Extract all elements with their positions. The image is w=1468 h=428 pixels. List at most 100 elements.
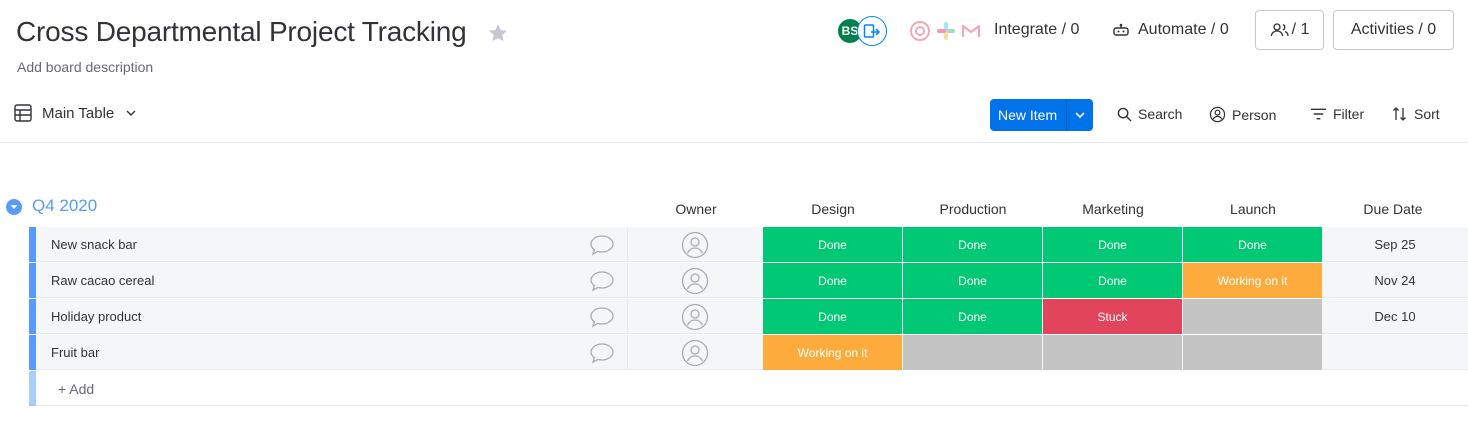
status-cell-marketing[interactable]: Stuck bbox=[1043, 299, 1182, 334]
group-color-bar bbox=[29, 371, 36, 406]
table-row[interactable]: Raw cacao cereal Done Done Done Working on i… bbox=[29, 263, 1468, 298]
column-divider bbox=[627, 227, 628, 262]
status-label: Done bbox=[818, 273, 847, 288]
new-item-label: New Item bbox=[998, 107, 1058, 123]
person-icon bbox=[1209, 106, 1226, 123]
group-color-bar bbox=[29, 263, 36, 298]
add-item-row[interactable]: + Add bbox=[29, 371, 1468, 406]
table-row[interactable]: New snack bar Done Done Done Done Sep 25 bbox=[29, 227, 1468, 262]
column-header-owner[interactable]: Owner bbox=[626, 201, 766, 217]
group-title[interactable]: Q4 2020 bbox=[32, 196, 97, 216]
integrate-button[interactable]: Integrate / 0 bbox=[994, 21, 1079, 39]
item-name[interactable]: Fruit bar bbox=[51, 345, 99, 360]
members-count: / 1 bbox=[1291, 21, 1310, 38]
status-label: Done bbox=[958, 309, 987, 324]
status-label: Done bbox=[958, 273, 987, 288]
status-cell-design[interactable]: Done bbox=[763, 299, 902, 334]
table-icon bbox=[14, 104, 32, 122]
board-description[interactable]: Add board description bbox=[17, 59, 153, 75]
members-icon bbox=[1270, 23, 1289, 37]
view-label: Main Table bbox=[42, 104, 115, 122]
add-item-label: + Add bbox=[58, 381, 95, 397]
person-label: Person bbox=[1232, 106, 1277, 123]
group-color-bar bbox=[29, 335, 36, 370]
status-cell-production[interactable] bbox=[903, 335, 1042, 370]
column-divider bbox=[627, 299, 628, 334]
members-button[interactable]: / 1 bbox=[1255, 10, 1324, 50]
automate-label: Automate / 0 bbox=[1138, 21, 1229, 38]
search-button[interactable]: Search bbox=[1117, 106, 1182, 122]
status-cell-marketing[interactable] bbox=[1043, 335, 1182, 370]
avatar-initials: BS bbox=[841, 24, 859, 38]
table-row[interactable]: Holiday product Done Done Stuck Dec 10 bbox=[29, 299, 1468, 334]
status-label: Done bbox=[818, 309, 847, 324]
new-item-dropdown-button[interactable] bbox=[1067, 111, 1093, 119]
owner-avatar-icon[interactable] bbox=[681, 339, 709, 367]
status-cell-design[interactable]: Done bbox=[763, 227, 902, 262]
status-label: Done bbox=[958, 237, 987, 252]
owner-avatar-icon[interactable] bbox=[681, 231, 709, 259]
column-header-design[interactable]: Design bbox=[763, 201, 903, 217]
board-title[interactable]: Cross Departmental Project Tracking bbox=[16, 16, 467, 48]
status-cell-launch[interactable] bbox=[1183, 299, 1322, 334]
chat-bubble-icon[interactable] bbox=[589, 305, 615, 329]
activities-button[interactable]: Activities / 0 bbox=[1333, 10, 1454, 50]
item-name[interactable]: New snack bar bbox=[51, 237, 137, 252]
status-label: Working on it bbox=[1217, 273, 1288, 288]
chat-bubble-icon[interactable] bbox=[589, 233, 615, 257]
view-selector[interactable]: Main Table bbox=[14, 104, 136, 122]
status-cell-launch[interactable] bbox=[1183, 335, 1322, 370]
filter-icon bbox=[1310, 108, 1327, 120]
column-header-due-date[interactable]: Due Date bbox=[1323, 201, 1463, 217]
chat-bubble-icon[interactable] bbox=[589, 269, 615, 293]
due-date-cell[interactable]: Sep 25 bbox=[1325, 237, 1465, 252]
sort-icon bbox=[1393, 107, 1406, 121]
status-cell-design[interactable]: Working on it bbox=[763, 335, 902, 370]
status-label: Done bbox=[1098, 237, 1127, 252]
robot-icon bbox=[1113, 23, 1129, 36]
status-cell-marketing[interactable]: Done bbox=[1043, 263, 1182, 298]
status-cell-design[interactable]: Done bbox=[763, 263, 902, 298]
status-cell-launch[interactable]: Done bbox=[1183, 227, 1322, 262]
status-label: Done bbox=[1238, 237, 1267, 252]
sort-label: Sort bbox=[1414, 106, 1440, 122]
status-label: Done bbox=[818, 237, 847, 252]
group-color-bar bbox=[29, 227, 36, 262]
sort-button[interactable]: Sort bbox=[1392, 106, 1440, 122]
status-cell-production[interactable]: Done bbox=[903, 227, 1042, 262]
search-label: Search bbox=[1138, 106, 1183, 122]
table-row[interactable]: Fruit bar Working on it bbox=[29, 335, 1468, 370]
favorite-star-icon[interactable] bbox=[487, 22, 509, 44]
status-cell-production[interactable]: Done bbox=[903, 263, 1042, 298]
chevron-down-icon bbox=[126, 110, 136, 116]
search-icon bbox=[1117, 107, 1132, 122]
status-cell-launch[interactable]: Working on it bbox=[1183, 263, 1322, 298]
column-header-launch[interactable]: Launch bbox=[1183, 201, 1323, 217]
status-label: Working on it bbox=[797, 345, 868, 360]
collapse-group-icon[interactable] bbox=[6, 199, 22, 215]
item-name[interactable]: Raw cacao cereal bbox=[51, 273, 154, 288]
gmail-icon[interactable] bbox=[956, 16, 986, 46]
status-cell-production[interactable]: Done bbox=[903, 299, 1042, 334]
toolbar-divider bbox=[0, 142, 1468, 143]
item-name[interactable]: Holiday product bbox=[51, 309, 141, 324]
due-date-cell[interactable]: Dec 10 bbox=[1325, 309, 1465, 324]
group-color-bar bbox=[29, 299, 36, 334]
share-board-icon[interactable] bbox=[857, 16, 887, 46]
chat-bubble-icon[interactable] bbox=[589, 341, 615, 365]
status-cell-marketing[interactable]: Done bbox=[1043, 227, 1182, 262]
column-header-marketing[interactable]: Marketing bbox=[1043, 201, 1183, 217]
status-label: Done bbox=[1098, 273, 1127, 288]
automate-button[interactable]: Automate / 0 bbox=[1112, 21, 1229, 39]
status-label: Stuck bbox=[1097, 309, 1128, 324]
new-item-button[interactable]: New Item bbox=[990, 99, 1093, 131]
column-divider bbox=[627, 335, 628, 370]
column-header-production[interactable]: Production bbox=[903, 201, 1043, 217]
due-date-cell[interactable]: Nov 24 bbox=[1325, 273, 1465, 288]
person-filter-button[interactable]: Person bbox=[1209, 106, 1276, 123]
owner-avatar-icon[interactable] bbox=[681, 267, 709, 295]
chevron-down-icon bbox=[1075, 112, 1085, 119]
owner-avatar-icon[interactable] bbox=[681, 303, 709, 331]
filter-label: Filter bbox=[1333, 106, 1365, 122]
filter-button[interactable]: Filter bbox=[1310, 106, 1364, 122]
